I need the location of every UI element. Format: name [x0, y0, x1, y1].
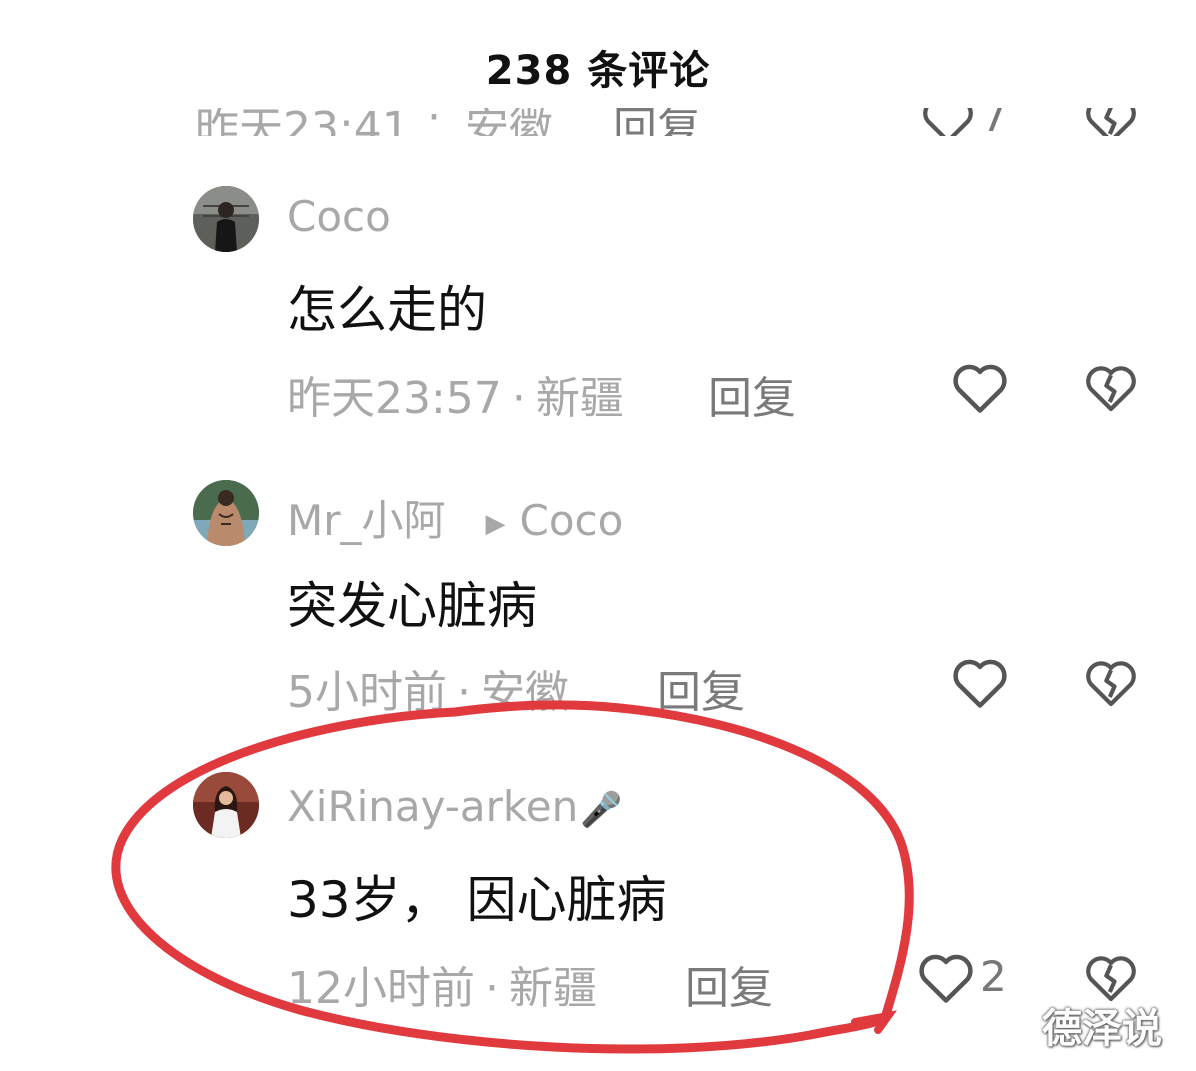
comments-header: 238 条评论 — [0, 0, 1196, 108]
avatar[interactable] — [193, 480, 259, 546]
comment-username-line: Mr_小阿 ▶ Coco — [287, 487, 623, 548]
avatar[interactable] — [193, 186, 259, 252]
comment-time: 昨天23:57 — [287, 373, 502, 424]
reply-arrow-icon: ▶ — [485, 508, 506, 539]
meta-separator: · — [485, 963, 499, 1014]
heart-outline-icon[interactable] — [950, 360, 1010, 416]
comment-username-line: XiRinay-arken🎤 — [287, 782, 623, 831]
reply-button[interactable]: 回复 — [708, 362, 796, 426]
broken-heart-icon[interactable] — [1083, 360, 1139, 416]
microphone-icon: 🎤 — [580, 789, 623, 830]
reply-button[interactable]: 回复 — [657, 656, 745, 720]
comment-location: 新疆 — [535, 373, 624, 424]
comment-username[interactable]: Coco — [287, 192, 391, 241]
comment-location: 安徽 — [481, 667, 569, 718]
like-count: 2 — [980, 952, 1007, 1001]
comment-time: 12小时前 — [287, 963, 475, 1014]
comment-username[interactable]: XiRinay-arken — [287, 782, 578, 831]
comment-location: 新疆 — [509, 963, 597, 1014]
comment-meta: 12小时前 · 新疆 — [287, 952, 597, 1016]
comment-count-title: 238 条评论 — [485, 48, 711, 94]
comment-username[interactable]: Mr_小阿 — [287, 496, 446, 545]
comment-meta: 昨天23:57 · 新疆 — [287, 362, 624, 426]
watermark: 德泽说 — [1042, 1006, 1162, 1052]
comment-meta: 5小时前 · 安徽 — [287, 656, 569, 720]
comment-time: 5小时前 — [287, 667, 447, 718]
reply-button[interactable]: 回复 — [685, 952, 773, 1016]
avatar[interactable] — [193, 772, 259, 838]
reply-to-username[interactable]: Coco — [520, 496, 624, 545]
broken-heart-icon[interactable] — [1083, 655, 1139, 711]
meta-separator: · — [457, 667, 471, 718]
heart-outline-icon[interactable] — [916, 950, 976, 1006]
comment-text: 怎么走的 — [287, 281, 487, 339]
heart-outline-icon[interactable] — [950, 655, 1010, 711]
comment-text: 突发心脏病 — [287, 577, 537, 635]
comment-text: 33岁， 因心脏病 — [287, 871, 667, 929]
meta-separator: · — [511, 373, 526, 424]
